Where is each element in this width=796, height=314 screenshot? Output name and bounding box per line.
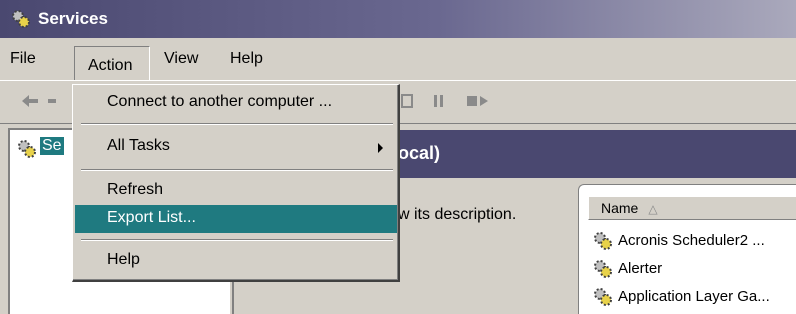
- column-name-label: Name: [601, 200, 639, 216]
- service-gear-icon: [592, 259, 614, 283]
- menu-help[interactable]: Help: [230, 48, 263, 74]
- menu-action[interactable]: Action: [74, 46, 150, 80]
- services-gear-icon: [10, 8, 32, 35]
- menu-view[interactable]: View: [164, 48, 198, 74]
- description-text: w its description.: [398, 206, 517, 223]
- service-name: Alerter: [618, 260, 663, 277]
- window-title: Services: [38, 9, 108, 28]
- service-name: Acronis Scheduler2 ...: [618, 232, 765, 249]
- back-arrow-icon[interactable]: [20, 93, 40, 112]
- menu-item-refresh[interactable]: Refresh: [75, 177, 397, 205]
- tree-item-services[interactable]: Se: [40, 137, 64, 155]
- menu-separator: [81, 239, 393, 241]
- stop-icon[interactable]: [400, 93, 414, 112]
- submenu-arrow-icon: [378, 143, 383, 153]
- service-gear-icon: [592, 231, 614, 255]
- service-gear-icon: [592, 287, 614, 311]
- sort-ascending-icon: △: [648, 202, 658, 216]
- services-gear-icon: [16, 138, 38, 165]
- menu-item-export-list[interactable]: Export List...: [75, 205, 397, 233]
- menu-item-help[interactable]: Help: [75, 247, 397, 275]
- pause-icon[interactable]: [432, 93, 446, 112]
- menu-file[interactable]: File: [10, 48, 36, 74]
- menu-separator: [81, 123, 393, 125]
- forward-arrow-icon[interactable]: [48, 93, 58, 112]
- action-menu: Connect to another computer ... All Task…: [72, 84, 400, 282]
- service-name: Application Layer Ga...: [618, 288, 770, 305]
- details-title: ocal): [398, 143, 441, 163]
- column-header-name[interactable]: Name △: [588, 196, 796, 220]
- menu-separator: [81, 169, 393, 171]
- title-bar: Services: [0, 0, 796, 38]
- menu-item-all-tasks[interactable]: All Tasks: [75, 133, 397, 161]
- menu-item-connect[interactable]: Connect to another computer ...: [75, 89, 397, 117]
- restart-icon[interactable]: [466, 93, 490, 112]
- menu-bar: File Action View Help: [0, 38, 796, 80]
- all-tasks-label: All Tasks: [107, 137, 170, 154]
